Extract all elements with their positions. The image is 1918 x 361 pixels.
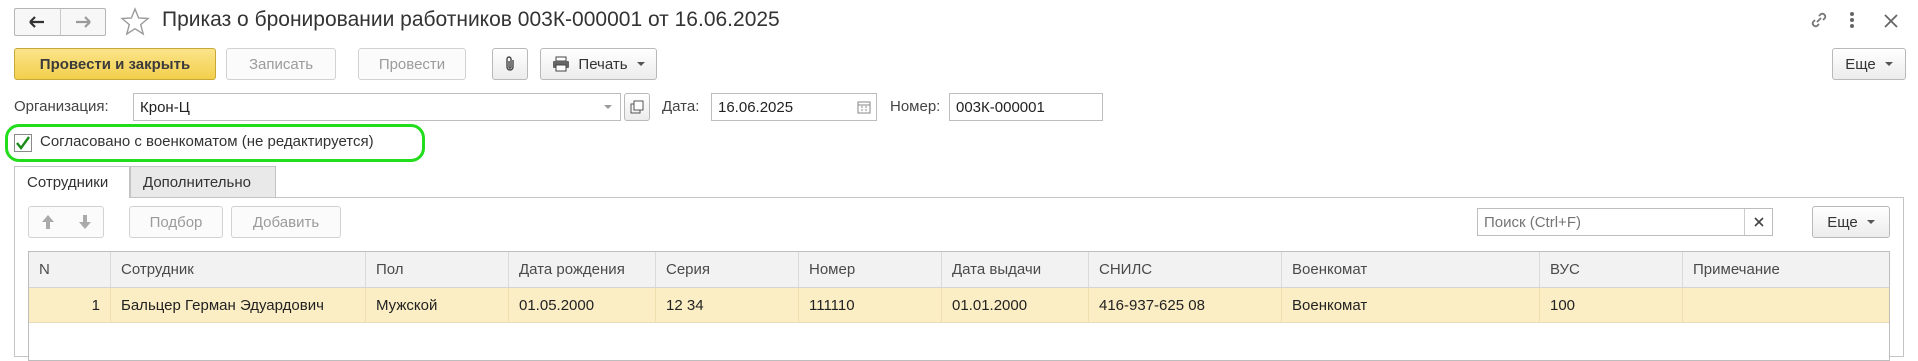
calendar-icon — [857, 101, 871, 114]
organization-value: Крон-Ц — [140, 98, 190, 116]
search-input[interactable] — [1484, 213, 1742, 231]
table-more-button[interactable]: Еще — [1812, 206, 1890, 238]
column-header-military-office[interactable]: Военкомат — [1282, 252, 1540, 287]
cell-series: 12 34 — [656, 288, 799, 322]
date-label: Дата: — [662, 98, 700, 115]
cell-number: 111110 — [799, 288, 942, 322]
cell-vus: 100 — [1540, 288, 1683, 322]
move-down-icon[interactable] — [78, 214, 92, 230]
cell-employee: Бальцер Герман Эдуардович — [111, 288, 366, 322]
checkmark-icon — [16, 136, 30, 150]
tab-additional[interactable]: Дополнительно — [130, 166, 276, 197]
column-header-vus[interactable]: ВУС — [1540, 252, 1683, 287]
chevron-down-icon — [604, 105, 612, 109]
table-row[interactable]: 1 Бальцер Герман Эдуардович Мужской 01.0… — [29, 288, 1889, 323]
table-header: N Сотрудник Пол Дата рождения Серия Номе… — [29, 252, 1889, 288]
column-header-note[interactable]: Примечание — [1683, 252, 1889, 287]
chevron-down-icon — [1884, 62, 1893, 66]
column-header-series[interactable]: Серия — [656, 252, 799, 287]
save-button[interactable]: Записать — [226, 48, 336, 80]
calendar-button[interactable] — [852, 94, 876, 120]
open-organization-button[interactable] — [624, 93, 650, 121]
post-button[interactable]: Провести — [358, 48, 466, 80]
table-more-label: Еще — [1827, 213, 1858, 231]
cell-birth-date: 01.05.2000 — [509, 288, 656, 322]
number-label: Номер: — [890, 98, 941, 115]
organization-label: Организация: — [14, 98, 109, 115]
column-header-n[interactable]: N — [29, 252, 111, 287]
column-header-employee[interactable]: Сотрудник — [111, 252, 366, 287]
cell-military-office: Военкомат — [1282, 288, 1540, 322]
printer-icon — [553, 56, 570, 72]
organization-dropdown[interactable] — [596, 94, 620, 120]
column-header-issue-date[interactable]: Дата выдачи — [942, 252, 1089, 287]
column-header-birth-date[interactable]: Дата рождения — [509, 252, 656, 287]
print-button[interactable]: Печать — [540, 48, 657, 80]
cell-n: 1 — [29, 288, 111, 322]
back-button[interactable] — [15, 9, 60, 35]
more-label: Еще — [1845, 55, 1876, 73]
approval-checkbox[interactable] — [14, 134, 32, 152]
approval-label: Согласовано с военкоматом (не редактируе… — [40, 133, 374, 150]
open-in-window-icon — [630, 100, 644, 114]
page-title: Приказ о бронировании работников 003К-00… — [162, 8, 780, 31]
organization-field[interactable]: Крон-Ц — [133, 93, 621, 121]
close-icon[interactable] — [1882, 9, 1900, 34]
chevron-down-icon — [1866, 220, 1875, 224]
clear-search-button[interactable] — [1744, 209, 1772, 235]
history-nav — [14, 8, 106, 36]
post-and-close-button[interactable]: Провести и закрыть — [14, 48, 216, 80]
close-icon — [1753, 217, 1764, 227]
date-value: 16.06.2025 — [718, 98, 794, 116]
column-header-gender[interactable]: Пол — [366, 252, 509, 287]
forward-button[interactable] — [59, 9, 106, 35]
move-buttons — [28, 206, 104, 238]
number-field[interactable]: 003К-000001 — [949, 93, 1103, 121]
column-header-number[interactable]: Номер — [799, 252, 942, 287]
add-button[interactable]: Добавить — [231, 206, 341, 238]
pick-button[interactable]: Подбор — [129, 206, 223, 238]
cell-note — [1683, 288, 1889, 322]
cell-snils: 416-937-625 08 — [1089, 288, 1282, 322]
arrow-right-icon — [75, 16, 91, 28]
search-field[interactable] — [1477, 208, 1773, 236]
chevron-down-icon — [636, 62, 645, 66]
tab-employees[interactable]: Сотрудники — [14, 166, 130, 198]
column-header-snils[interactable]: СНИЛС — [1089, 252, 1282, 287]
cell-gender: Мужской — [366, 288, 509, 322]
more-vertical-icon[interactable] — [1848, 9, 1856, 34]
cell-issue-date: 01.01.2000 — [942, 288, 1089, 322]
favorite-star-icon[interactable] — [120, 7, 150, 40]
more-button[interactable]: Еще — [1832, 48, 1906, 80]
print-label: Печать — [578, 55, 628, 73]
number-value: 003К-000001 — [956, 98, 1045, 116]
attach-button[interactable] — [492, 48, 528, 80]
link-icon[interactable] — [1808, 9, 1830, 34]
move-up-icon[interactable] — [41, 214, 55, 230]
paperclip-icon — [506, 56, 514, 71]
date-field[interactable]: 16.06.2025 — [711, 93, 877, 121]
arrow-left-icon — [29, 16, 45, 28]
